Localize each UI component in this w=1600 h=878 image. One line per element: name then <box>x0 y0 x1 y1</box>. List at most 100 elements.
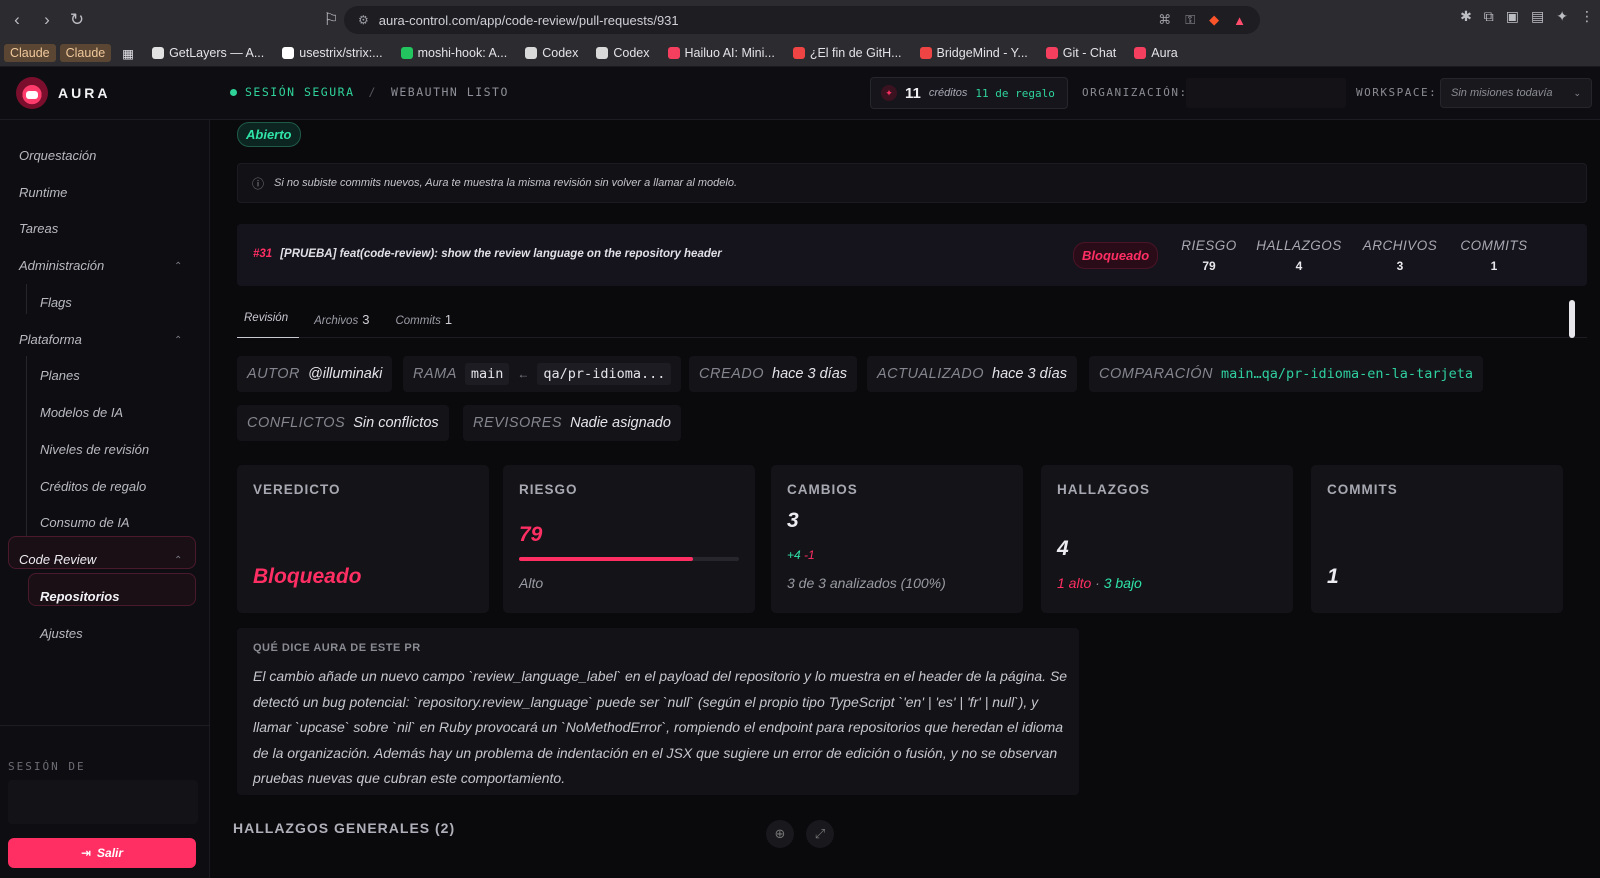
pr-stat-findings: HALLAZGOS 4 <box>1256 238 1342 273</box>
pr-tabs: Revisión Archivos 3 Commits 1 <box>244 312 452 327</box>
sidebar-item-orquestacion[interactable]: Orquestación <box>19 148 96 163</box>
sidebar-item-administracion[interactable]: Administración <box>19 258 104 273</box>
back-icon[interactable]: ‹ <box>4 7 30 33</box>
risk-bar <box>519 557 739 561</box>
reload-icon[interactable]: ↻ <box>64 7 90 33</box>
session-label: SESIÓN DE <box>8 760 86 773</box>
sidebar: Orquestación Runtime Tareas Administraci… <box>0 120 210 878</box>
sidebar-item-modelos[interactable]: Modelos de IA <box>40 405 123 420</box>
tab-commits[interactable]: Commits 1 <box>395 312 452 327</box>
chevron-down-icon: ⌄ <box>1573 87 1581 98</box>
bookmark-item[interactable]: Codex <box>518 44 585 62</box>
rewards-icon[interactable]: ▲ <box>1233 13 1246 28</box>
extension-icon[interactable]: ✱ <box>1460 8 1472 25</box>
sidebar-item-tareas[interactable]: Tareas <box>19 221 58 236</box>
bookmark-item[interactable]: Claude <box>59 44 112 62</box>
meta-created: CREADO hace 3 días <box>689 356 858 392</box>
sidebar-item-niveles[interactable]: Niveles de revisión <box>40 442 149 457</box>
bookmark-item[interactable]: Hailuo AI: Mini... <box>661 44 782 62</box>
branch-base: main <box>464 363 510 385</box>
card-findings: HALLAZGOS 4 1 alto · 3 bajo <box>1041 465 1293 613</box>
sidebar-item-plataforma[interactable]: Plataforma <box>19 332 82 347</box>
address-bar[interactable]: ⚙ aura-control.com/app/code-review/pull-… <box>344 6 1260 34</box>
brave-shield-icon[interactable]: ◆ <box>1209 12 1219 28</box>
info-icon: ⓘ <box>252 176 265 191</box>
risk-level: Alto <box>519 575 544 591</box>
brand-name: AURA <box>58 85 111 101</box>
bookmark-favicon-icon <box>792 47 805 59</box>
wallet-icon[interactable]: ▤ <box>1531 8 1544 25</box>
sidebar-item-creditos[interactable]: Créditos de regalo <box>40 479 146 494</box>
webauthn-status: WEBAUTHN LISTO <box>390 85 509 99</box>
commits-value: 1 <box>1327 565 1339 588</box>
changes-diff: +4 -1 <box>787 548 815 562</box>
puzzle-icon[interactable]: ⧉ <box>1484 8 1494 25</box>
key-icon[interactable]: ⚿ <box>1185 12 1195 28</box>
card-changes: CAMBIOS 3 +4 -1 3 de 3 analizados (100%) <box>771 465 1023 613</box>
tab-revision[interactable]: Revisión <box>244 312 288 327</box>
bookmark-item[interactable]: Git - Chat <box>1039 44 1124 62</box>
bookmark-favicon-icon <box>400 47 413 59</box>
changes-value: 3 <box>787 509 799 532</box>
bookmark-item[interactable]: ¿El fin de GitH... <box>786 44 909 62</box>
bookmark-item[interactable]: moshi-hook: A... <box>394 44 515 62</box>
sidebar-item-runtime[interactable]: Runtime <box>19 185 67 200</box>
sidebar-item-repositorios[interactable]: Repositorios <box>40 589 119 604</box>
sidebar-item-flags[interactable]: Flags <box>40 295 72 310</box>
bookmark-favicon-icon <box>667 47 680 59</box>
status-separator: / <box>368 85 377 99</box>
pr-stat-commits: COMMITS 1 <box>1460 238 1528 273</box>
pr-header-bar[interactable]: #31 [PRUEBA] feat(code-review): show the … <box>237 224 1587 286</box>
workspace-label: WORKSPACE: <box>1356 86 1438 99</box>
tabs-underline <box>237 337 1587 338</box>
sidebar-toggle-icon[interactable]: ▣ <box>1506 8 1519 25</box>
bookmark-item[interactable]: GetLayers — A... <box>145 44 271 62</box>
chevron-up-icon[interactable]: ⌃ <box>174 555 182 566</box>
sidebar-item-ajustes[interactable]: Ajustes <box>40 626 83 641</box>
chevron-up-icon[interactable]: ⌃ <box>174 261 182 272</box>
menu-icon[interactable]: ⋮ <box>1580 8 1594 25</box>
sidebar-item-consumo[interactable]: Consumo de IA <box>40 515 130 530</box>
sidebar-item-planes[interactable]: Planes <box>40 368 80 383</box>
ai-summary-title: QUÉ DICE AURA DE ESTE PR <box>253 642 421 654</box>
zoom-in-icon[interactable]: ⊕ <box>766 820 794 848</box>
apps-grid-icon[interactable]: ▦ <box>115 44 141 63</box>
expand-icon[interactable]: ⤢ <box>806 820 834 848</box>
session-box <box>8 780 198 824</box>
scrollbar-thumb[interactable] <box>1569 300 1575 338</box>
credits-gift: 11 de regalo <box>975 86 1055 100</box>
chevron-up-icon[interactable]: ⌃ <box>174 335 182 346</box>
pr-stat-risk: RIESGO 79 <box>1181 238 1237 273</box>
forward-icon[interactable]: › <box>34 7 60 33</box>
risk-bar-fill <box>519 557 693 561</box>
sidebar-item-code-review[interactable]: Code Review <box>19 552 96 567</box>
bookmark-item[interactable]: Codex <box>589 44 656 62</box>
meta-author: AUTOR @illuminaki <box>237 356 393 392</box>
workspace-select[interactable]: Sin misiones todavía ⌄ <box>1440 78 1592 108</box>
bookmark-favicon-icon <box>282 47 295 59</box>
logout-button[interactable]: ⇥ Salir <box>8 838 196 868</box>
changes-note: 3 de 3 analizados (100%) <box>787 575 946 591</box>
bookmark-favicon-icon <box>152 47 165 59</box>
meta-conflicts: CONFLICTOS Sin conflictos <box>237 405 449 441</box>
bookmark-favicon-icon <box>596 47 609 59</box>
leo-icon[interactable]: ✦ <box>1556 8 1568 25</box>
card-verdict: VEREDICTO Bloqueado <box>237 465 489 613</box>
bookmark-item[interactable]: Aura <box>1127 44 1184 62</box>
brand-logo[interactable]: AURA <box>16 77 110 109</box>
translate-icon[interactable]: ⌘ <box>1158 12 1171 28</box>
credits-icon: ✦ <box>881 85 897 101</box>
site-info-icon[interactable]: ⚙ <box>358 13 369 27</box>
meta-compare: COMPARACIÓN main…qa/pr-idioma-en-la-tarje… <box>1089 356 1483 392</box>
bookmark-item[interactable]: BridgeMind - Y... <box>913 44 1035 62</box>
ai-summary-body: El cambio añade un nuevo campo `review_l… <box>253 668 1068 786</box>
bookmark-icon[interactable]: ⚐ <box>318 7 344 33</box>
bookmark-item[interactable]: usestrix/strix:... <box>275 44 389 62</box>
bookmark-item[interactable]: Claude <box>4 44 56 62</box>
tab-archivos[interactable]: Archivos 3 <box>314 312 369 327</box>
findings-value: 4 <box>1057 537 1069 560</box>
card-risk: RIESGO 79 Alto <box>503 465 755 613</box>
ai-summary: QUÉ DICE AURA DE ESTE PR El cambio añade… <box>237 628 1079 795</box>
org-selector[interactable] <box>1186 78 1346 108</box>
credits-badge[interactable]: ✦ 11 créditos 11 de regalo <box>870 77 1068 109</box>
